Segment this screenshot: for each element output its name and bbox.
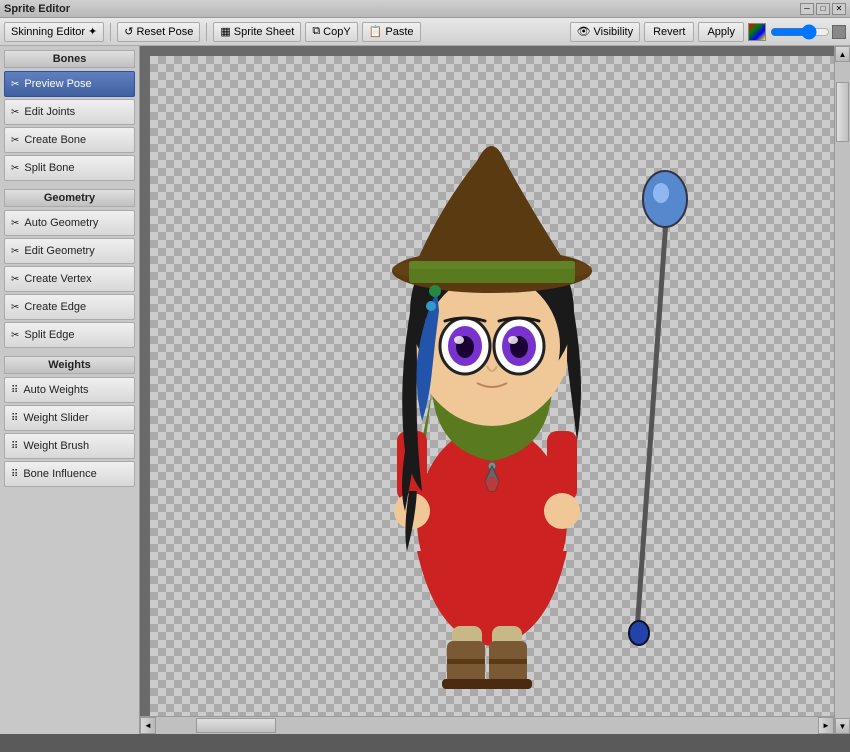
sprite-sheet-icon: ▦ [220, 25, 230, 38]
title-bar-controls: ─ □ ✕ [800, 3, 846, 15]
create-vertex-button[interactable]: ✂ Create Vertex [4, 266, 135, 292]
create-vertex-icon: ✂ [11, 274, 19, 285]
edit-geometry-label: Edit Geometry [24, 245, 94, 257]
create-bone-label: Create Bone [24, 134, 86, 146]
split-edge-button[interactable]: ✂ Split Edge [4, 322, 135, 348]
horizontal-scrollbar-thumb[interactable] [196, 718, 276, 733]
weight-slider-icon: ⠿ [11, 413, 18, 424]
skinning-editor-label: Skinning Editor ✦ [11, 25, 97, 38]
slider-container [770, 25, 846, 39]
visibility-label: Visibility [594, 26, 634, 38]
create-edge-button[interactable]: ✂ Create Edge [4, 294, 135, 320]
reset-pose-label: Reset Pose [136, 26, 193, 38]
minimize-button[interactable]: ─ [800, 3, 814, 15]
edit-geometry-button[interactable]: ✂ Edit Geometry [4, 238, 135, 264]
maximize-button[interactable]: □ [816, 3, 830, 15]
copy-button[interactable]: ⧉ CopY [305, 22, 357, 42]
scroll-up-icon: ▲ [839, 50, 847, 59]
weight-brush-button[interactable]: ⠿ Weight Brush [4, 433, 135, 459]
toolbar-separator-1 [110, 23, 111, 41]
apply-button[interactable]: Apply [698, 22, 744, 42]
vertical-scrollbar-thumb[interactable] [836, 82, 849, 142]
edit-geometry-icon: ✂ [11, 246, 19, 257]
visibility-icon: 👁 [577, 25, 591, 38]
split-bone-label: Split Bone [24, 162, 74, 174]
color-swatch[interactable] [748, 23, 766, 41]
scroll-down-icon: ▼ [839, 722, 847, 731]
weight-slider-button[interactable]: ⠿ Weight Slider [4, 405, 135, 431]
create-bone-button[interactable]: ✂ Create Bone [4, 127, 135, 153]
bone-influence-icon: ⠿ [11, 469, 18, 480]
auto-geometry-label: Auto Geometry [24, 217, 98, 229]
scroll-right-button[interactable]: ► [818, 717, 834, 734]
paste-icon: 📋 [369, 25, 383, 38]
sprite-sheet-button[interactable]: ▦ Sprite Sheet [213, 22, 301, 42]
edit-joints-label: Edit Joints [24, 106, 75, 118]
split-bone-button[interactable]: ✂ Split Bone [4, 155, 135, 181]
bones-section-header: Bones [4, 50, 135, 68]
weight-brush-label: Weight Brush [23, 440, 89, 452]
preview-pose-label: Preview Pose [24, 78, 91, 90]
weight-slider-label: Weight Slider [23, 412, 88, 424]
canvas-viewport[interactable] [140, 46, 834, 716]
paste-label: Paste [385, 26, 413, 38]
split-edge-icon: ✂ [11, 330, 19, 341]
weights-section-header: Weights [4, 356, 135, 374]
scroll-up-button[interactable]: ▲ [835, 46, 850, 62]
canvas-area[interactable]: ◄ ► [140, 46, 834, 734]
paste-button[interactable]: 📋 Paste [362, 22, 421, 42]
split-bone-icon: ✂ [11, 163, 19, 174]
title-bar-text: Sprite Editor [4, 3, 800, 15]
sprite-sheet-label: Sprite Sheet [234, 26, 295, 38]
preview-pose-button[interactable]: ✂ Preview Pose [4, 71, 135, 97]
right-scrollbar: ▲ ▼ [834, 46, 850, 734]
preview-pose-icon: ✂ [11, 79, 19, 90]
create-vertex-label: Create Vertex [24, 273, 91, 285]
weight-brush-icon: ⠿ [11, 441, 18, 452]
create-edge-icon: ✂ [11, 302, 19, 313]
visibility-button[interactable]: 👁 Visibility [570, 22, 641, 42]
edit-joints-icon: ✂ [11, 107, 19, 118]
create-bone-icon: ✂ [11, 135, 19, 146]
sprite-area [150, 56, 824, 706]
reset-pose-button[interactable]: ↺ Reset Pose [117, 22, 200, 42]
auto-weights-icon: ⠿ [11, 385, 18, 396]
auto-weights-label: Auto Weights [23, 384, 88, 396]
copy-icon: ⧉ [312, 25, 320, 38]
copy-label: CopY [323, 26, 351, 38]
opacity-slider[interactable] [770, 26, 830, 38]
close-button[interactable]: ✕ [832, 3, 846, 15]
toolbar: Skinning Editor ✦ ↺ Reset Pose ▦ Sprite … [0, 18, 850, 46]
scroll-left-icon: ◄ [144, 721, 152, 730]
auto-geometry-button[interactable]: ✂ Auto Geometry [4, 210, 135, 236]
create-edge-label: Create Edge [24, 301, 86, 313]
geometry-section-header: Geometry [4, 189, 135, 207]
revert-label: Revert [653, 26, 685, 38]
character-sprite [237, 51, 737, 711]
scroll-down-button[interactable]: ▼ [835, 718, 850, 734]
bottom-scrollbar: ◄ ► [140, 716, 834, 734]
split-edge-label: Split Edge [24, 329, 74, 341]
scroll-left-button[interactable]: ◄ [140, 717, 156, 734]
auto-geometry-icon: ✂ [11, 218, 19, 229]
bone-influence-button[interactable]: ⠿ Bone Influence [4, 461, 135, 487]
reset-pose-icon: ↺ [124, 25, 133, 38]
scroll-right-icon: ► [822, 721, 830, 730]
title-bar: Sprite Editor ─ □ ✕ [0, 0, 850, 18]
slider-end [832, 25, 846, 39]
auto-weights-button[interactable]: ⠿ Auto Weights [4, 377, 135, 403]
toolbar-separator-2 [206, 23, 207, 41]
horizontal-scrollbar-track[interactable] [156, 717, 818, 734]
main-layout: Bones ✂ Preview Pose ✂ Edit Joints ✂ Cre… [0, 46, 850, 734]
left-panel: Bones ✂ Preview Pose ✂ Edit Joints ✂ Cre… [0, 46, 140, 734]
skinning-editor-button[interactable]: Skinning Editor ✦ [4, 22, 104, 42]
bone-influence-label: Bone Influence [23, 468, 96, 480]
revert-button[interactable]: Revert [644, 22, 694, 42]
apply-label: Apply [707, 26, 735, 38]
edit-joints-button[interactable]: ✂ Edit Joints [4, 99, 135, 125]
vertical-scrollbar-track[interactable] [835, 62, 850, 718]
